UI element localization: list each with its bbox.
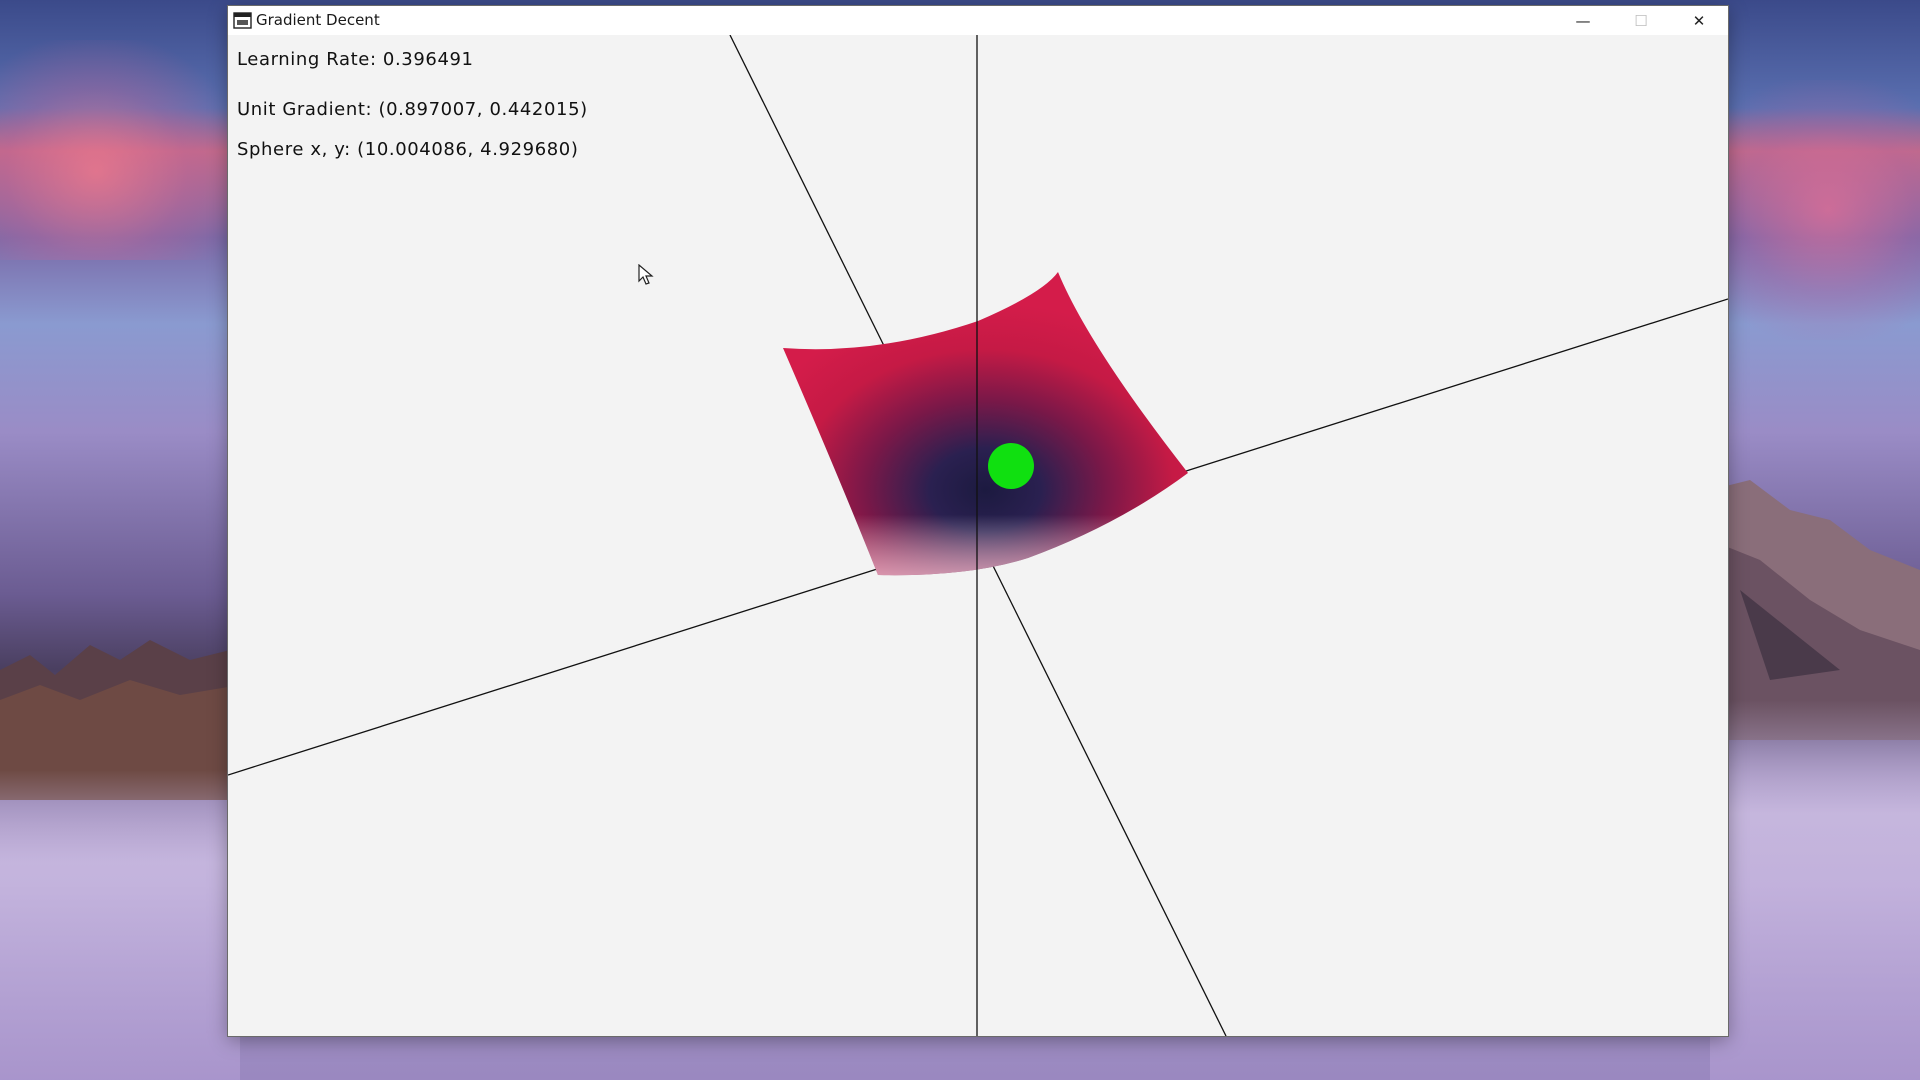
mouse-cursor-icon (638, 264, 654, 285)
window-title: Gradient Decent (256, 11, 380, 29)
scene-3d (228, 35, 1728, 1036)
loss-surface-rim-highlight (783, 272, 1188, 576)
unit-gradient-label: Unit Gradient: (0.897007, 0.442015) (237, 99, 588, 120)
learning-rate-label: Learning Rate: 0.396491 (237, 49, 474, 70)
title-bar[interactable]: Gradient Decent — ☐ ✕ (228, 6, 1728, 36)
minimize-button[interactable]: — (1554, 6, 1612, 35)
maximize-button[interactable]: ☐ (1612, 6, 1670, 35)
wallpaper-mist-left (0, 770, 240, 1080)
close-button[interactable]: ✕ (1670, 6, 1728, 35)
app-window: Gradient Decent — ☐ ✕ Learning Rate: 0.3… (228, 6, 1728, 1036)
wallpaper-mist-right (1710, 700, 1920, 1080)
app-icon (233, 12, 252, 29)
wallpaper-sky-glow-left (0, 40, 240, 260)
sphere-marker (988, 443, 1034, 489)
maximize-icon: ☐ (1634, 11, 1648, 30)
close-icon: ✕ (1692, 11, 1706, 30)
render-canvas[interactable]: Learning Rate: 0.396491 Unit Gradient: (… (228, 35, 1728, 1036)
sphere-position-label: Sphere x, y: (10.004086, 4.929680) (237, 139, 579, 160)
minimize-icon: — (1575, 11, 1591, 30)
